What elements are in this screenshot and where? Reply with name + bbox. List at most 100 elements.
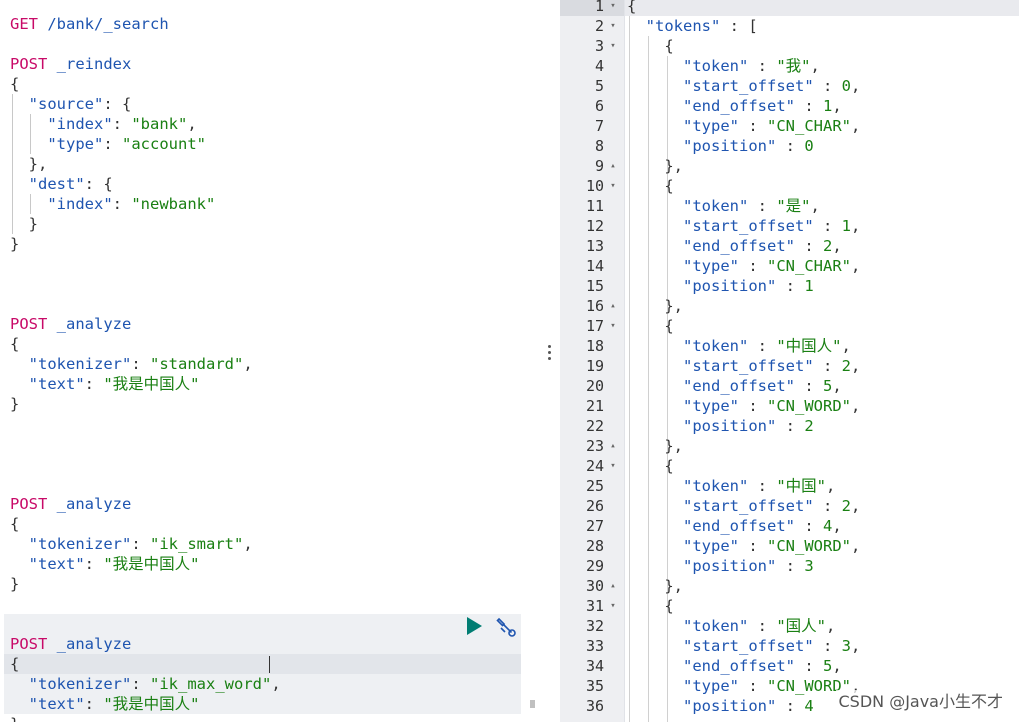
code-token: "end_offset"	[683, 237, 795, 255]
line-number: 8	[594, 137, 604, 155]
code-token: "CN_WORD"	[767, 397, 851, 415]
code-token: :	[739, 257, 767, 275]
request-settings-button[interactable]	[495, 616, 517, 638]
code-token: {	[627, 317, 674, 335]
code-line: "start_offset" : 3,	[627, 636, 860, 656]
fold-expand-icon[interactable]: ▴	[608, 576, 618, 596]
code-token: :	[84, 695, 104, 713]
code-token: 2	[841, 497, 851, 515]
send-request-button[interactable]	[464, 616, 484, 636]
fold-collapse-icon[interactable]: ▾	[608, 316, 618, 336]
code-token: "国人"	[776, 617, 826, 635]
pane-resizer[interactable]	[540, 0, 560, 722]
drag-handle-icon[interactable]	[548, 345, 552, 361]
code-line: "tokenizer": "ik_max_word",	[10, 674, 281, 694]
code-token: GET	[10, 15, 38, 33]
code-token: ,	[832, 97, 842, 115]
code-token: {	[627, 0, 637, 15]
fold-collapse-icon[interactable]: ▾	[608, 16, 618, 36]
code-token: "index"	[47, 115, 113, 133]
code-line: "position" : 3	[627, 556, 814, 576]
line-number: 21	[585, 397, 604, 415]
code-token: },	[627, 297, 683, 315]
code-line: "token" : "是",	[627, 196, 820, 216]
code-line: GET /bank/_search	[10, 14, 169, 34]
code-line: "end_offset" : 5,	[627, 376, 842, 396]
code-token: 5	[822, 377, 833, 395]
code-token: 5	[822, 657, 833, 675]
code-token: :	[813, 217, 842, 235]
code-line: }	[10, 234, 19, 254]
code-line: {	[627, 316, 674, 336]
response-viewer[interactable]: 1 ▾ 2 ▾ 3 ▾ 4 5 6 7 8 9 ▴ 10 ▾ 11 12 13 14 15 16 ▴ 17 ▾ 18 19 20 21…	[560, 0, 1019, 722]
fold-collapse-icon[interactable]: ▾	[608, 596, 618, 616]
code-token: "start_offset"	[683, 217, 814, 235]
play-icon	[467, 617, 482, 635]
code-token: /bank/_search	[47, 15, 169, 33]
code-token: "中国人"	[776, 337, 842, 355]
fold-collapse-icon[interactable]: ▾	[608, 36, 618, 56]
fold-expand-icon[interactable]: ▴	[608, 156, 618, 176]
fold-collapse-icon[interactable]: ▾	[608, 456, 618, 476]
code-line: }	[10, 214, 38, 234]
code-line: "text": "我是中国人"	[10, 694, 200, 714]
code-token: ,	[851, 397, 861, 415]
code-token: "type"	[47, 135, 104, 153]
code-token: :	[748, 57, 777, 75]
code-token: }	[10, 395, 20, 413]
code-token: :	[794, 657, 823, 675]
code-line: "type": "account"	[10, 134, 206, 154]
code-token: 2	[822, 237, 833, 255]
code-token: {	[10, 335, 20, 353]
code-line: "position" : 0	[627, 136, 814, 156]
code-line: "position" : 2	[627, 416, 814, 436]
code-token: ,	[243, 355, 253, 373]
code-token: _analyze	[56, 315, 132, 333]
code-token: "token"	[683, 197, 749, 215]
code-line: }	[10, 574, 19, 594]
line-number: 34	[585, 657, 604, 675]
line-number: 13	[585, 237, 604, 255]
code-token: }	[10, 235, 20, 253]
code-token: "type"	[683, 397, 739, 415]
code-token: 1	[822, 97, 833, 115]
code-token: ,	[832, 377, 842, 395]
code-token: ,	[851, 77, 861, 95]
code-token: "type"	[683, 677, 739, 695]
code-token: "CN_CHAR"	[767, 117, 851, 135]
line-number: 20	[585, 377, 604, 395]
fold-expand-icon[interactable]: ▴	[608, 296, 618, 316]
fold-collapse-icon[interactable]: ▾	[608, 0, 618, 16]
code-line: "type" : "CN_WORD",	[627, 396, 860, 416]
fold-expand-icon[interactable]: ▴	[608, 436, 618, 456]
code-token: "token"	[683, 57, 749, 75]
line-number: 12	[585, 217, 604, 235]
code-token: :	[794, 517, 823, 535]
code-line: },	[627, 436, 683, 456]
line-number: 5	[594, 77, 604, 95]
code-line: "tokenizer": "ik_smart",	[10, 534, 253, 554]
scrollbar-marker[interactable]	[530, 700, 535, 708]
code-token: POST	[10, 635, 48, 653]
line-number: 15	[585, 277, 604, 295]
request-editor[interactable]: GET /bank/_search POST _reindex{ "source"…	[0, 0, 540, 722]
code-line: {	[10, 654, 19, 674]
code-line: POST _analyze	[10, 494, 131, 514]
code-token: },	[627, 437, 683, 455]
fold-collapse-icon[interactable]: ▾	[608, 176, 618, 196]
line-number: 27	[585, 517, 604, 535]
code-token: },	[627, 157, 683, 175]
code-line: {	[627, 36, 673, 56]
code-token: "ik_smart"	[150, 535, 244, 553]
code-line: "index": "bank",	[10, 114, 196, 134]
code-line: }	[10, 394, 19, 414]
line-number: 28	[585, 537, 604, 555]
code-token: "end_offset"	[683, 97, 795, 115]
code-line: "start_offset" : 2,	[627, 496, 860, 516]
